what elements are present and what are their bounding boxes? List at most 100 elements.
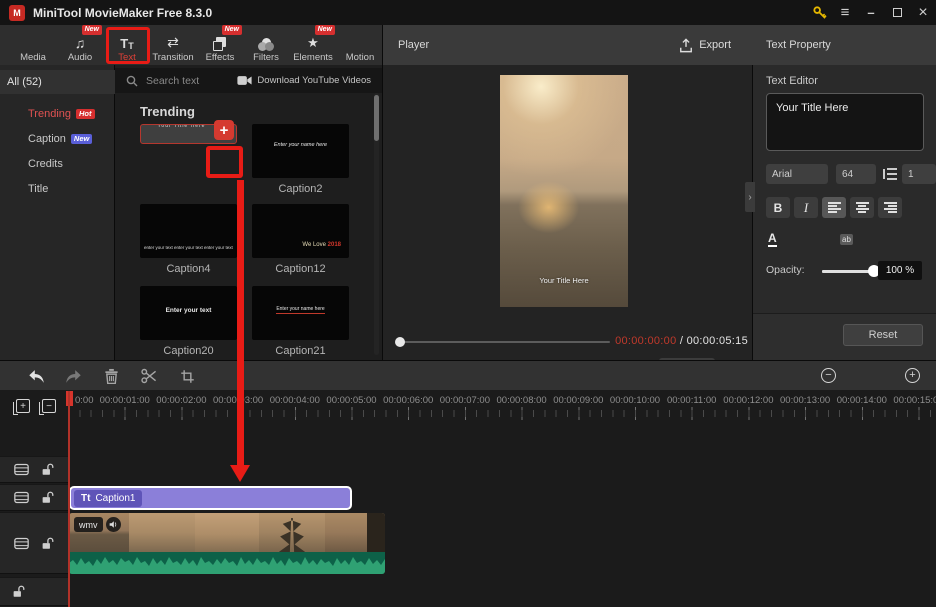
zoom-in-button[interactable] — [905, 368, 920, 383]
unlock-icon[interactable] — [41, 491, 54, 504]
ruler-label: 00:00:05:00 — [326, 395, 377, 406]
redo-button[interactable] — [64, 367, 82, 385]
ruler-label: 00:00:07:00 — [439, 395, 490, 406]
total-time: 00:00:05:15 — [686, 335, 748, 347]
template-caption21[interactable]: Enter your name here Caption21 — [252, 286, 349, 357]
timeline-video-clip[interactable]: wmv — [69, 513, 385, 574]
split-scissors-button[interactable] — [140, 367, 158, 385]
tab-audio[interactable]: Audio New — [57, 25, 103, 63]
line-spacing-select[interactable]: 1 — [902, 164, 936, 184]
collapse-tracks-icon[interactable] — [39, 399, 56, 415]
align-left-button[interactable] — [822, 197, 846, 218]
template-thumbnail: Enter your name here — [252, 286, 349, 340]
close-button[interactable] — [910, 0, 936, 25]
download-youtube-button[interactable]: Download YouTube Videos — [237, 68, 371, 93]
unlock-icon[interactable] — [41, 463, 54, 476]
playhead-line — [68, 391, 70, 607]
preview-caption-overlay[interactable]: Your Title Here — [500, 276, 628, 285]
ruler-label: 00:00:10:00 — [609, 395, 661, 406]
search-bar: Search text Download YouTube Videos — [115, 68, 382, 93]
template-caption2[interactable]: Enter your name here Caption2 — [252, 124, 349, 195]
license-key-icon[interactable] — [806, 0, 832, 25]
opacity-value: 100 % — [878, 261, 922, 280]
seek-slider[interactable] — [398, 341, 610, 343]
text-editor-input[interactable]: Your Title Here — [766, 93, 924, 151]
template-caption1[interactable]: Your Title Here + Caption1 — [140, 120, 237, 144]
template-caption4[interactable]: enter your text enter your text enter yo… — [140, 204, 237, 275]
collapse-panel-handle[interactable] — [745, 182, 755, 212]
template-caption20[interactable]: Enter your text Caption20 — [140, 286, 237, 357]
align-center-icon — [855, 202, 869, 213]
add-to-timeline-button[interactable]: + — [214, 120, 234, 140]
menu-icon[interactable] — [832, 0, 858, 25]
align-right-button[interactable] — [878, 197, 902, 218]
record-red-icon[interactable] — [744, 367, 762, 385]
transition-arrows-icon — [167, 34, 179, 51]
app-logo-icon: M — [9, 4, 25, 21]
ruler-label: 00:00:14:00 — [836, 395, 887, 406]
zoom-out-button[interactable] — [821, 368, 836, 383]
unlock-icon[interactable] — [12, 585, 25, 598]
font-size-select[interactable]: 64 — [836, 164, 876, 184]
tab-text[interactable]: TT Text — [104, 27, 150, 63]
font-family-select[interactable]: Arial — [766, 164, 828, 184]
tab-effects[interactable]: Effects New — [197, 25, 243, 63]
tab-motion[interactable]: Motion — [337, 27, 383, 63]
timeline-caption-clip[interactable]: Tt Caption1 — [69, 486, 352, 510]
sidebar-item-credits[interactable]: Credits — [0, 153, 115, 175]
ribbon-tabbar: Media Audio New TT Text Transition Effec… — [0, 25, 383, 65]
sidebar-item-caption[interactable]: Caption New — [0, 128, 115, 150]
clip-audio-icon[interactable] — [105, 517, 121, 532]
tab-elements[interactable]: Elements New — [290, 25, 336, 63]
seek-slider-knob[interactable] — [395, 337, 405, 347]
sidebar-item-title[interactable]: Title — [0, 178, 115, 200]
ruler-label: 00:00:04:00 — [269, 395, 320, 406]
ruler-label: 00:00:12:00 — [723, 395, 774, 406]
crop-button[interactable] — [178, 367, 196, 385]
search-input[interactable]: Search text — [146, 75, 199, 87]
sidebar-item-trending[interactable]: Trending Hot — [0, 103, 115, 125]
timeline-toolbar — [0, 360, 936, 390]
text-color-icon[interactable]: A — [768, 232, 777, 247]
unlock-icon[interactable] — [41, 537, 54, 550]
italic-button[interactable]: I — [794, 197, 818, 218]
player-panel: Player Export Your Title Here 00:00:00:0… — [383, 25, 753, 378]
ruler-label: 00:00:06:00 — [383, 395, 434, 406]
text-template-library: Search text Download YouTube Videos Tren… — [115, 65, 383, 360]
template-thumbnail: Your Title Here + — [140, 120, 237, 144]
align-left-icon — [827, 202, 841, 213]
zoom-to-fit-icon[interactable] — [796, 367, 814, 385]
app-window: M MiniTool MovieMaker Free 8.3.0 Media A… — [0, 0, 936, 607]
bold-button[interactable]: B — [766, 197, 790, 218]
tab-transition[interactable]: Transition — [150, 27, 196, 63]
clip-format-badge: wmv — [74, 517, 103, 532]
section-title: Trending — [140, 104, 195, 119]
undo-button[interactable] — [27, 367, 45, 385]
highlight-color-icon[interactable]: ab — [840, 234, 853, 245]
annotation-arrow-head — [230, 465, 250, 482]
text-property-panel: Text Property Text Editor Your Title Her… — [745, 25, 936, 360]
new-badge: New — [81, 25, 102, 35]
tab-filters[interactable]: Filters — [243, 27, 289, 63]
track-header-caption — [0, 484, 68, 511]
film-track-icon — [14, 537, 29, 550]
editor-label: Text Editor — [766, 75, 818, 87]
video-preview[interactable]: Your Title Here — [500, 75, 628, 307]
ruler-label: 00:00:13:00 — [780, 395, 831, 406]
template-caption12[interactable]: We Love 2018 Caption12 — [252, 204, 349, 275]
reset-button[interactable]: Reset — [843, 324, 923, 346]
align-center-button[interactable] — [850, 197, 874, 218]
delete-button[interactable] — [102, 367, 120, 385]
template-thumbnail: enter your text enter your text enter yo… — [140, 204, 237, 258]
library-scrollbar[interactable] — [374, 93, 379, 355]
sidebar-item-all[interactable]: All (52) — [0, 70, 115, 94]
expand-tracks-icon[interactable] — [13, 399, 30, 415]
timeline-ruler[interactable]: 0:0000:00:01:0000:00:02:0000:00:03:0000:… — [68, 390, 936, 422]
text-tt-icon: TT — [120, 36, 134, 51]
export-button[interactable]: Export — [679, 25, 731, 65]
video-camera-icon — [237, 76, 253, 85]
tab-media[interactable]: Media — [10, 27, 56, 63]
film-track-icon — [14, 463, 29, 476]
maximize-button[interactable] — [884, 0, 910, 25]
minimize-button[interactable] — [858, 0, 884, 25]
